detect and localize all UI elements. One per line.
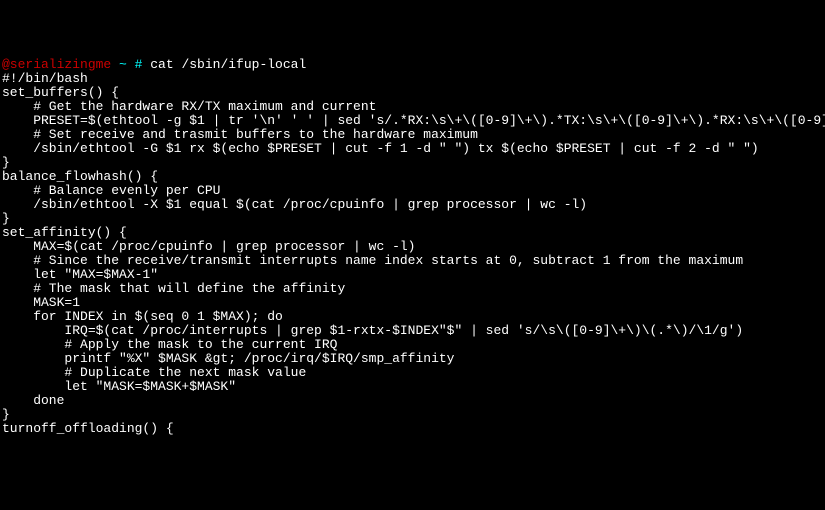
prompt-command: cat /sbin/ifup-local — [142, 57, 306, 72]
output-line: # Balance evenly per CPU — [2, 184, 823, 198]
output-line: let "MAX=$MAX-1" — [2, 268, 823, 282]
output-line: PRESET=$(ethtool -g $1 | tr '\n' ' ' | s… — [2, 114, 823, 128]
output-line: # The mask that will define the affinity — [2, 282, 823, 296]
output-line: #!/bin/bash — [2, 72, 823, 86]
output-line: turnoff_offloading() { — [2, 422, 823, 436]
output-line: set_affinity() { — [2, 226, 823, 240]
prompt-path: ~ # — [111, 57, 142, 72]
output-line: done — [2, 394, 823, 408]
output-line: balance_flowhash() { — [2, 170, 823, 184]
output-line: /sbin/ethtool -G $1 rx $(echo $PRESET | … — [2, 142, 823, 156]
output-line: # Apply the mask to the current IRQ — [2, 338, 823, 352]
output-line: } — [2, 156, 823, 170]
prompt-line: @serializingme ~ # cat /sbin/ifup-local — [2, 58, 823, 72]
output-line: IRQ=$(cat /proc/interrupts | grep $1-rxt… — [2, 324, 823, 338]
output-line: MASK=1 — [2, 296, 823, 310]
output-line: # Get the hardware RX/TX maximum and cur… — [2, 100, 823, 114]
output-line: let "MASK=$MASK+$MASK" — [2, 380, 823, 394]
prompt-user: @serializingme — [2, 57, 111, 72]
output-line: printf "%X" $MASK &gt; /proc/irq/$IRQ/sm… — [2, 352, 823, 366]
output-line: /sbin/ethtool -X $1 equal $(cat /proc/cp… — [2, 198, 823, 212]
output-line: MAX=$(cat /proc/cpuinfo | grep processor… — [2, 240, 823, 254]
output-line: set_buffers() { — [2, 86, 823, 100]
output-line: for INDEX in $(seq 0 1 $MAX); do — [2, 310, 823, 324]
output-line: # Duplicate the next mask value — [2, 366, 823, 380]
output-line: } — [2, 408, 823, 422]
output-line: } — [2, 212, 823, 226]
output-line: # Since the receive/transmit interrupts … — [2, 254, 823, 268]
output-line: # Set receive and trasmit buffers to the… — [2, 128, 823, 142]
